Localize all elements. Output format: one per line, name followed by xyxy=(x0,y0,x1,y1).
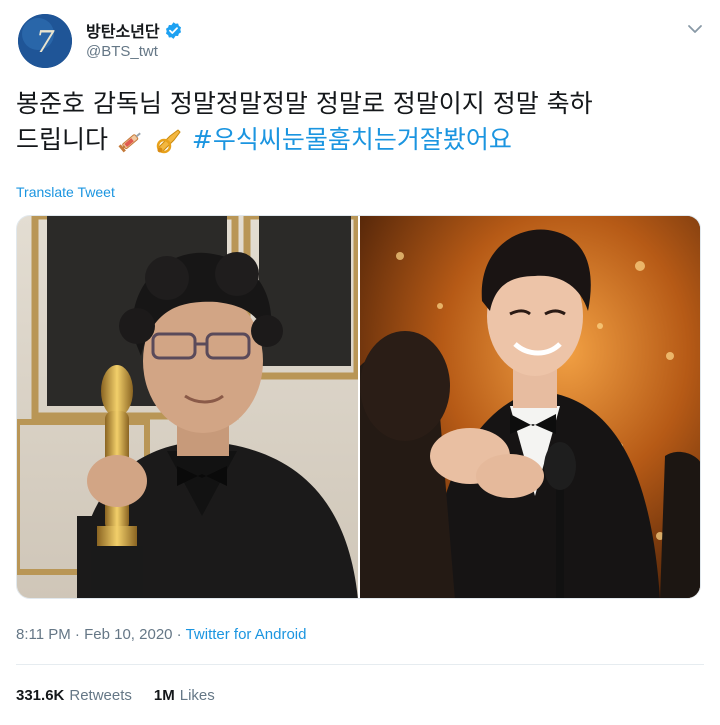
display-name[interactable]: 방탄소년단 xyxy=(86,18,160,42)
tweet-time[interactable]: 8:11 PM xyxy=(16,626,71,643)
verified-badge-icon xyxy=(165,21,181,39)
likes-count[interactable]: 1M xyxy=(154,687,175,704)
photo-director-illustration xyxy=(17,216,361,598)
svg-text:7: 7 xyxy=(35,25,55,60)
tweet-text: 봉준호 감독님 정말정말정말 정말로 정말이지 정말 축하 드립니다 #우식씨눈… xyxy=(16,86,706,158)
photo-actor-illustration xyxy=(360,216,700,598)
media-grid xyxy=(16,215,701,599)
tweet-meta: 8:11 PM · Feb 10, 2020 · Twitter for And… xyxy=(16,626,306,643)
user-handle[interactable]: @BTS_twt xyxy=(86,43,158,60)
photo-director-with-oscar[interactable] xyxy=(17,216,361,598)
avatar-7-logo: 7 xyxy=(18,14,72,68)
user-name-row: 방탄소년단 xyxy=(86,18,183,42)
photo-actor-smiling[interactable] xyxy=(360,216,700,598)
likes-label[interactable]: Likes xyxy=(180,687,215,704)
avatar[interactable]: 7 xyxy=(18,14,72,68)
tweet-source-link[interactable]: Twitter for Android xyxy=(186,626,307,643)
translate-tweet-link[interactable]: Translate Tweet xyxy=(16,184,115,200)
retweets-label[interactable]: Retweets xyxy=(69,687,132,704)
divider xyxy=(16,664,704,665)
tweet-date[interactable]: Feb 10, 2020 xyxy=(84,626,172,643)
hashtag-link[interactable]: #우식씨눈물훔치는거잘봤어요 xyxy=(192,125,512,154)
chevron-down-icon[interactable] xyxy=(686,20,704,38)
tweet-stats: 331.6K Retweets 1M Likes xyxy=(16,687,237,704)
syringe-emoji xyxy=(118,132,141,153)
meta-separator-2: · xyxy=(176,626,182,643)
tweet-text-line2: 드립니다 xyxy=(16,125,109,154)
tweet-card: 7 방탄소년단 @BTS_twt 봉준호 감독님 정말정말정말 정말로 정말이지… xyxy=(0,0,720,725)
tweet-text-line1: 봉준호 감독님 정말정말정말 정말로 정말이지 정말 축하 xyxy=(16,89,593,118)
meta-separator: · xyxy=(74,626,80,643)
trumpet-emoji xyxy=(156,129,181,154)
retweets-count[interactable]: 331.6K xyxy=(16,687,64,704)
